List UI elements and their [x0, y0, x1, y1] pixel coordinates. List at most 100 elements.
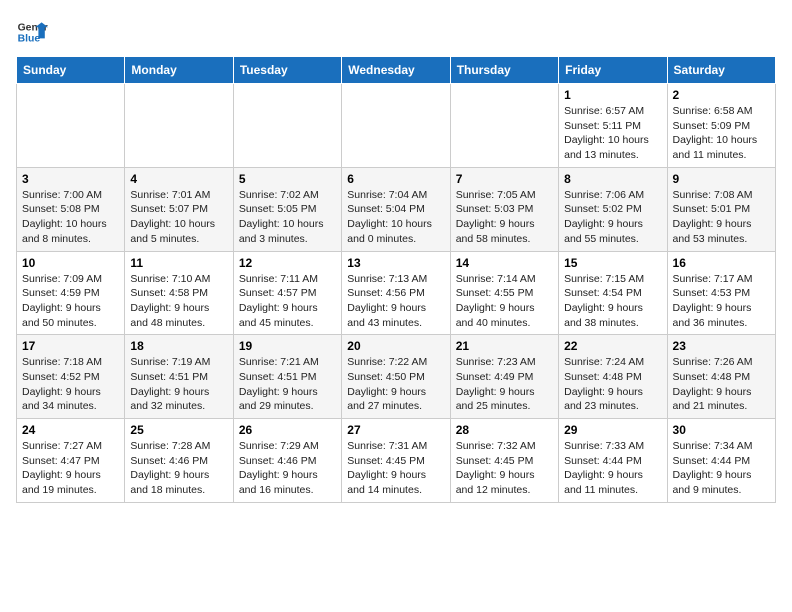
day-info: Sunrise: 7:04 AM Sunset: 5:04 PM Dayligh…: [347, 188, 444, 247]
calendar-cell: 18 Sunrise: 7:19 AM Sunset: 4:51 PM Dayli…: [125, 335, 233, 419]
calendar-cell: [125, 84, 233, 168]
day-number: 1: [564, 88, 661, 102]
day-info: Sunrise: 7:21 AM Sunset: 4:51 PM Dayligh…: [239, 355, 336, 414]
day-info: Sunrise: 7:15 AM Sunset: 4:54 PM Dayligh…: [564, 272, 661, 331]
day-info: Sunrise: 7:24 AM Sunset: 4:48 PM Dayligh…: [564, 355, 661, 414]
calendar-cell: 14 Sunrise: 7:14 AM Sunset: 4:55 PM Dayli…: [450, 251, 558, 335]
calendar-cell: 12Sunrise: 7:11 AM Sunset: 4:57 PM Dayli…: [233, 251, 341, 335]
day-number: 2: [673, 88, 770, 102]
day-info: Sunrise: 7:14 AM Sunset: 4:55 PM Dayligh…: [456, 272, 553, 331]
day-info: Sunrise: 7:19 AM Sunset: 4:51 PM Dayligh…: [130, 355, 227, 414]
day-number: 5: [239, 172, 336, 186]
day-number: 11: [130, 256, 227, 270]
day-number: 24: [22, 423, 119, 437]
logo-icon: General Blue: [16, 16, 48, 48]
week-row-4: 17 Sunrise: 7:18 AM Sunset: 4:52 PM Dayli…: [17, 335, 776, 419]
calendar-cell: 7 Sunrise: 7:05 AM Sunset: 5:03 PM Daylig…: [450, 167, 558, 251]
day-number: 3: [22, 172, 119, 186]
day-info: Sunrise: 7:23 AM Sunset: 4:49 PM Dayligh…: [456, 355, 553, 414]
calendar-cell: 25Sunrise: 7:28 AM Sunset: 4:46 PM Dayli…: [125, 419, 233, 503]
calendar-cell: 28 Sunrise: 7:32 AM Sunset: 4:45 PM Dayli…: [450, 419, 558, 503]
day-info: Sunrise: 7:10 AM Sunset: 4:58 PM Dayligh…: [130, 272, 227, 331]
calendar-cell: 11 Sunrise: 7:10 AM Sunset: 4:58 PM Dayli…: [125, 251, 233, 335]
weekday-header-friday: Friday: [559, 57, 667, 84]
calendar-cell: 30 Sunrise: 7:34 AM Sunset: 4:44 PM Dayli…: [667, 419, 775, 503]
day-number: 6: [347, 172, 444, 186]
svg-text:Blue: Blue: [18, 34, 41, 45]
calendar-cell: 23Sunrise: 7:26 AM Sunset: 4:48 PM Dayli…: [667, 335, 775, 419]
calendar-cell: 22 Sunrise: 7:24 AM Sunset: 4:48 PM Dayli…: [559, 335, 667, 419]
day-number: 23: [673, 339, 770, 353]
week-row-5: 24 Sunrise: 7:27 AM Sunset: 4:47 PM Dayli…: [17, 419, 776, 503]
day-number: 30: [673, 423, 770, 437]
calendar-cell: 29 Sunrise: 7:33 AM Sunset: 4:44 PM Dayli…: [559, 419, 667, 503]
day-number: 13: [347, 256, 444, 270]
day-number: 7: [456, 172, 553, 186]
day-number: 22: [564, 339, 661, 353]
day-info: Sunrise: 7:22 AM Sunset: 4:50 PM Dayligh…: [347, 355, 444, 414]
day-number: 17: [22, 339, 119, 353]
calendar-cell: [342, 84, 450, 168]
day-info: Sunrise: 7:09 AM Sunset: 4:59 PM Dayligh…: [22, 272, 119, 331]
day-number: 28: [456, 423, 553, 437]
day-info: Sunrise: 7:28 AM Sunset: 4:46 PM Dayligh…: [130, 439, 227, 498]
calendar-cell: 17 Sunrise: 7:18 AM Sunset: 4:52 PM Dayli…: [17, 335, 125, 419]
day-number: 14: [456, 256, 553, 270]
day-info: Sunrise: 7:29 AM Sunset: 4:46 PM Dayligh…: [239, 439, 336, 498]
day-number: 15: [564, 256, 661, 270]
calendar-cell: 19 Sunrise: 7:21 AM Sunset: 4:51 PM Dayli…: [233, 335, 341, 419]
day-number: 8: [564, 172, 661, 186]
header: General Blue: [16, 16, 776, 48]
calendar-cell: 1 Sunrise: 6:57 AM Sunset: 5:11 PM Daylig…: [559, 84, 667, 168]
day-info: Sunrise: 7:13 AM Sunset: 4:56 PM Dayligh…: [347, 272, 444, 331]
calendar-cell: 13 Sunrise: 7:13 AM Sunset: 4:56 PM Dayli…: [342, 251, 450, 335]
weekday-header-monday: Monday: [125, 57, 233, 84]
weekday-header-thursday: Thursday: [450, 57, 558, 84]
day-info: Sunrise: 7:01 AM Sunset: 5:07 PM Dayligh…: [130, 188, 227, 247]
weekday-header-wednesday: Wednesday: [342, 57, 450, 84]
day-info: Sunrise: 7:00 AM Sunset: 5:08 PM Dayligh…: [22, 188, 119, 247]
calendar: SundayMondayTuesdayWednesdayThursdayFrid…: [16, 56, 776, 503]
day-info: Sunrise: 7:08 AM Sunset: 5:01 PM Dayligh…: [673, 188, 770, 247]
weekday-header-saturday: Saturday: [667, 57, 775, 84]
calendar-cell: 27 Sunrise: 7:31 AM Sunset: 4:45 PM Dayli…: [342, 419, 450, 503]
calendar-cell: 3 Sunrise: 7:00 AM Sunset: 5:08 PM Daylig…: [17, 167, 125, 251]
calendar-cell: [233, 84, 341, 168]
calendar-cell: 10Sunrise: 7:09 AM Sunset: 4:59 PM Dayli…: [17, 251, 125, 335]
day-info: Sunrise: 7:11 AM Sunset: 4:57 PM Dayligh…: [239, 272, 336, 331]
day-info: Sunrise: 7:06 AM Sunset: 5:02 PM Dayligh…: [564, 188, 661, 247]
calendar-cell: 6 Sunrise: 7:04 AM Sunset: 5:04 PM Daylig…: [342, 167, 450, 251]
day-info: Sunrise: 7:27 AM Sunset: 4:47 PM Dayligh…: [22, 439, 119, 498]
day-info: Sunrise: 6:57 AM Sunset: 5:11 PM Dayligh…: [564, 104, 661, 163]
day-info: Sunrise: 6:58 AM Sunset: 5:09 PM Dayligh…: [673, 104, 770, 163]
week-row-2: 3 Sunrise: 7:00 AM Sunset: 5:08 PM Daylig…: [17, 167, 776, 251]
day-info: Sunrise: 7:32 AM Sunset: 4:45 PM Dayligh…: [456, 439, 553, 498]
day-number: 29: [564, 423, 661, 437]
day-info: Sunrise: 7:18 AM Sunset: 4:52 PM Dayligh…: [22, 355, 119, 414]
calendar-cell: [450, 84, 558, 168]
day-number: 27: [347, 423, 444, 437]
calendar-cell: 5Sunrise: 7:02 AM Sunset: 5:05 PM Daylig…: [233, 167, 341, 251]
calendar-cell: 2 Sunrise: 6:58 AM Sunset: 5:09 PM Daylig…: [667, 84, 775, 168]
day-number: 19: [239, 339, 336, 353]
day-number: 4: [130, 172, 227, 186]
weekday-header-sunday: Sunday: [17, 57, 125, 84]
day-number: 26: [239, 423, 336, 437]
weekday-header-row: SundayMondayTuesdayWednesdayThursdayFrid…: [17, 57, 776, 84]
day-info: Sunrise: 7:05 AM Sunset: 5:03 PM Dayligh…: [456, 188, 553, 247]
calendar-cell: 20Sunrise: 7:22 AM Sunset: 4:50 PM Dayli…: [342, 335, 450, 419]
day-info: Sunrise: 7:31 AM Sunset: 4:45 PM Dayligh…: [347, 439, 444, 498]
day-info: Sunrise: 7:17 AM Sunset: 4:53 PM Dayligh…: [673, 272, 770, 331]
weekday-header-tuesday: Tuesday: [233, 57, 341, 84]
calendar-cell: 15 Sunrise: 7:15 AM Sunset: 4:54 PM Dayli…: [559, 251, 667, 335]
day-info: Sunrise: 7:33 AM Sunset: 4:44 PM Dayligh…: [564, 439, 661, 498]
calendar-cell: 24 Sunrise: 7:27 AM Sunset: 4:47 PM Dayli…: [17, 419, 125, 503]
day-number: 18: [130, 339, 227, 353]
day-number: 16: [673, 256, 770, 270]
calendar-cell: 9Sunrise: 7:08 AM Sunset: 5:01 PM Daylig…: [667, 167, 775, 251]
day-info: Sunrise: 7:34 AM Sunset: 4:44 PM Dayligh…: [673, 439, 770, 498]
logo: General Blue: [16, 16, 48, 48]
calendar-cell: 16 Sunrise: 7:17 AM Sunset: 4:53 PM Dayli…: [667, 251, 775, 335]
calendar-cell: [17, 84, 125, 168]
week-row-1: 1 Sunrise: 6:57 AM Sunset: 5:11 PM Daylig…: [17, 84, 776, 168]
